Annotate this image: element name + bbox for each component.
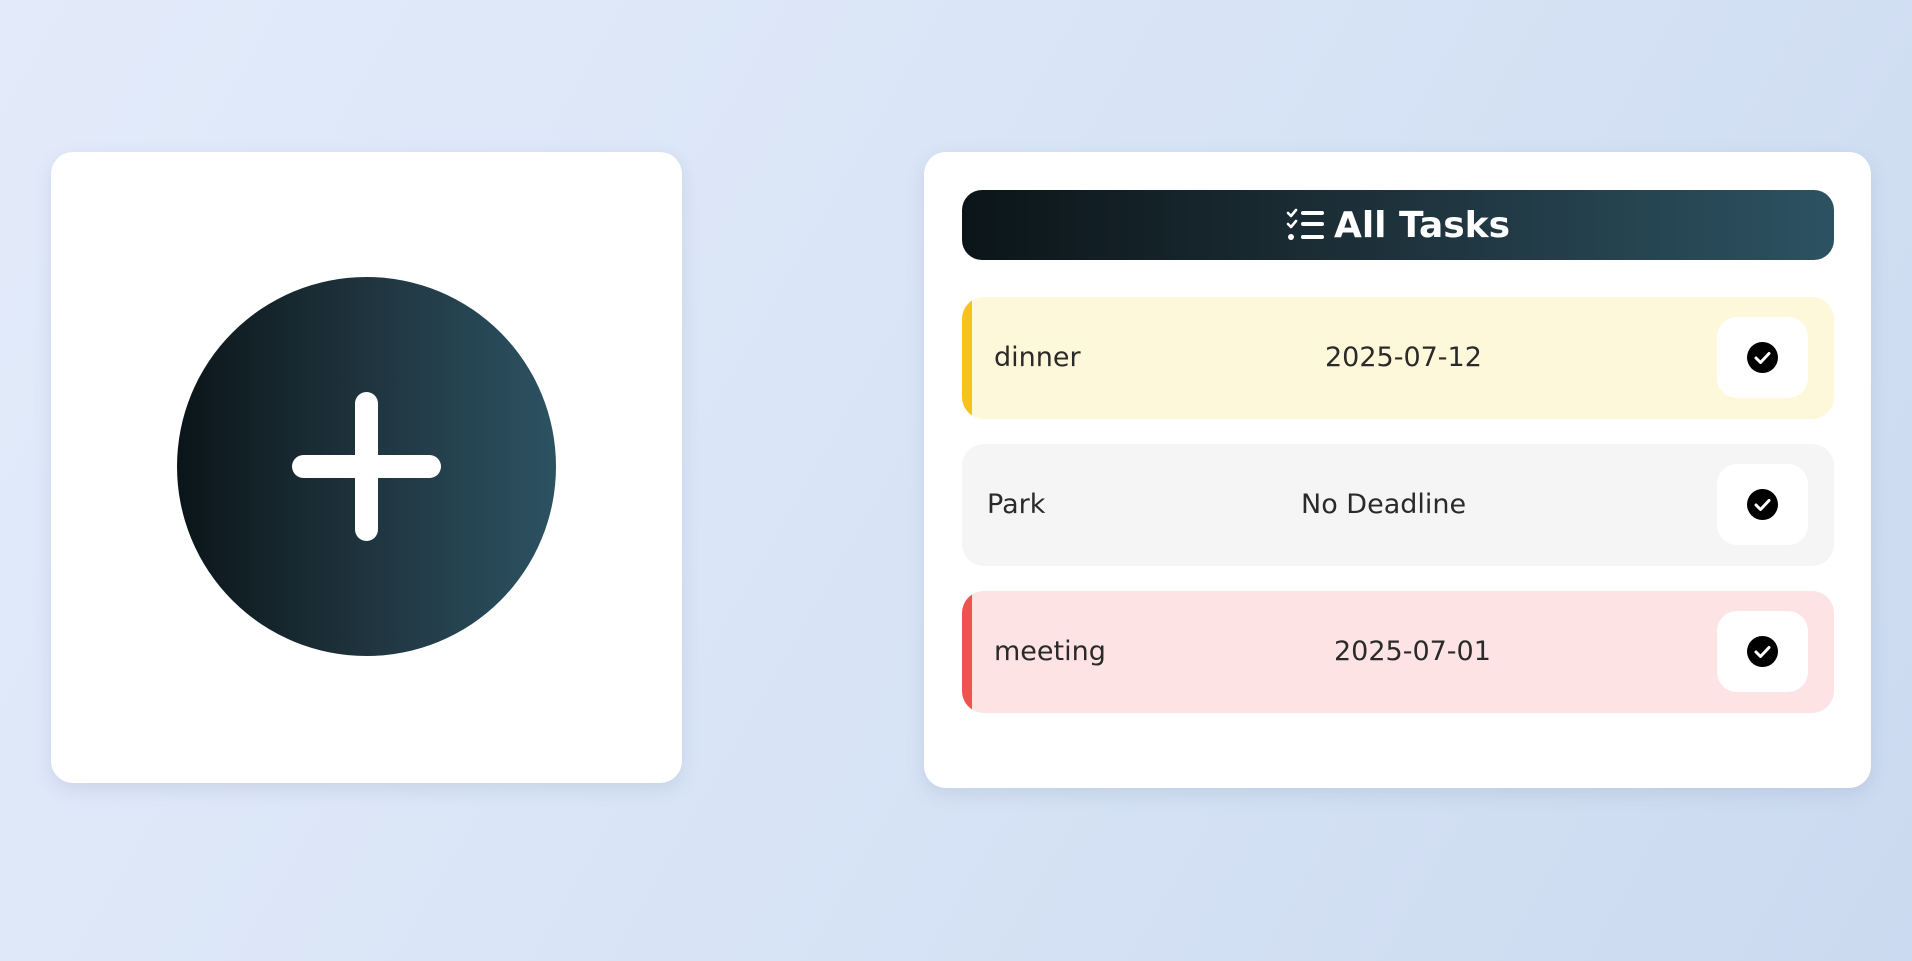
plus-icon-horizontal <box>292 455 441 478</box>
check-circle-icon <box>1747 636 1778 667</box>
add-task-card <box>51 152 682 783</box>
complete-task-button[interactable] <box>1717 611 1808 692</box>
check-circle-icon <box>1747 489 1778 520</box>
task-due-date: No Deadline <box>1301 489 1467 520</box>
task-item: Park No Deadline <box>962 444 1834 566</box>
task-due-date: 2025-07-12 <box>1325 342 1482 373</box>
add-task-button[interactable] <box>177 277 556 656</box>
task-item: dinner 2025-07-12 <box>962 297 1834 419</box>
task-list-card: All Tasks dinner 2025-07-12 Park No Dead… <box>924 152 1871 788</box>
task-accent-bar <box>962 591 972 713</box>
task-name: dinner <box>994 342 1081 373</box>
check-circle-icon <box>1747 342 1778 373</box>
task-accent-bar <box>962 297 972 419</box>
complete-task-button[interactable] <box>1717 317 1808 398</box>
task-list-header: All Tasks <box>962 190 1834 260</box>
task-item: meeting 2025-07-01 <box>962 591 1834 713</box>
task-name: Park <box>987 489 1046 520</box>
list-check-icon <box>1286 208 1324 240</box>
task-due-date: 2025-07-01 <box>1334 636 1491 667</box>
complete-task-button[interactable] <box>1717 464 1808 545</box>
task-name: meeting <box>994 636 1106 667</box>
page-title: All Tasks <box>1333 204 1511 246</box>
